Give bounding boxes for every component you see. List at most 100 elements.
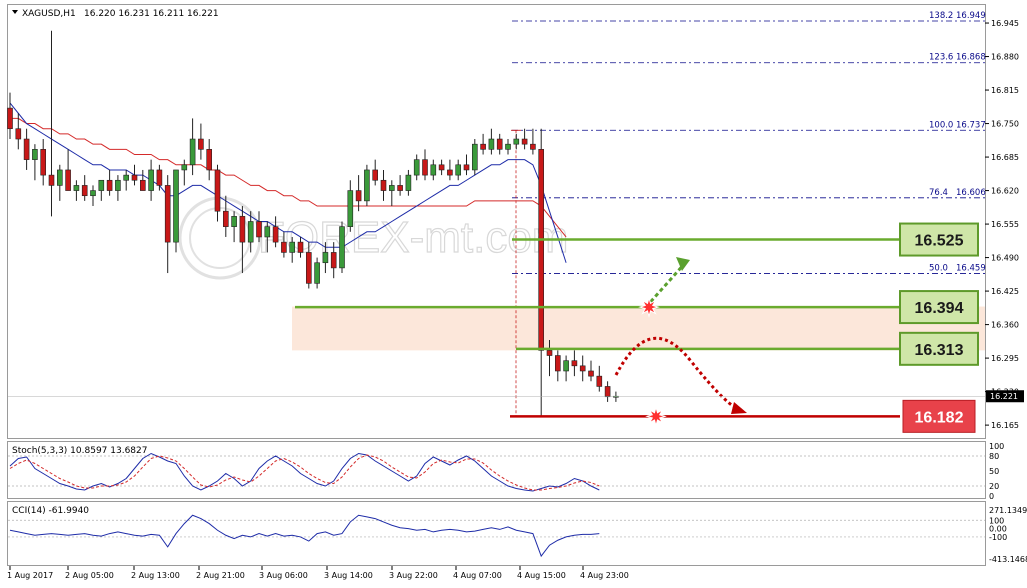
resistance-level-label[interactable]: 16.313	[899, 331, 979, 366]
candle-body	[430, 164, 437, 176]
candle-body	[140, 179, 146, 191]
candle-body	[330, 252, 337, 269]
candle-body	[563, 360, 569, 372]
stoch-axis-label: 100	[989, 442, 1004, 451]
y-axis-label: 16.360	[991, 321, 1019, 330]
fibonacci-ratio-label: 100.0	[929, 120, 953, 130]
candle-body	[297, 241, 304, 253]
x-axis-label: 2 Aug 05:00	[65, 571, 114, 580]
candle-body	[413, 159, 420, 176]
stoch-axis-label: 0	[989, 492, 994, 501]
fibonacci-ratio-label: 76.4	[929, 188, 948, 198]
chart-header: XAGUSD,H1 16.220 16.231 16.211 16.221	[12, 9, 219, 19]
support-level-label[interactable]: 16.182	[902, 399, 976, 433]
candle-body	[463, 164, 470, 171]
candle-body	[239, 216, 246, 243]
candle-body	[372, 169, 379, 181]
level-value: 16.313	[915, 342, 964, 359]
fibonacci-ratio-label: 50.0	[929, 264, 948, 274]
candle-body	[173, 169, 179, 243]
candle[interactable]	[471, 139, 478, 176]
candle-body	[530, 143, 536, 150]
y-axis-label: 16.425	[991, 287, 1019, 296]
candle[interactable]	[339, 221, 345, 274]
candle-body	[496, 138, 503, 150]
candle-body	[388, 185, 395, 191]
candle-body	[73, 185, 80, 191]
candle-body	[81, 185, 88, 197]
candle-body	[505, 143, 511, 150]
stochastic-panel[interactable]	[7, 441, 986, 499]
breakout-burst-icon	[645, 405, 667, 428]
candle-body	[314, 262, 320, 284]
fibonacci-ratio-label: 123.6	[929, 53, 953, 63]
watermark-text: FOREX-mt.com	[258, 213, 568, 262]
fibonacci-ratio-label: 138.2	[929, 11, 953, 21]
candle-body	[604, 386, 611, 398]
candle-body	[106, 179, 113, 191]
current-price-label: 16.221	[990, 392, 1018, 401]
y-axis-label: 16.295	[991, 354, 1019, 363]
fibonacci-price-label: 16.737	[956, 120, 986, 130]
cci-panel[interactable]	[7, 501, 986, 566]
candle-body	[588, 370, 594, 377]
x-axis-label: 3 Aug 22:00	[389, 571, 438, 580]
breakout-burst-icon	[638, 296, 660, 318]
candle-body	[7, 107, 13, 130]
symbol-label: XAGUSD,H1	[22, 9, 76, 19]
level-value: 16.182	[915, 409, 964, 426]
stoch-label: Stoch(5,3,3) 10.8597 13.6827	[12, 446, 147, 456]
x-axis-label: 2 Aug 21:00	[196, 571, 245, 580]
candle-body	[281, 241, 287, 253]
candle-body	[347, 190, 354, 227]
y-axis-label: 16.880	[991, 53, 1019, 62]
fibonacci-price-label: 16.606	[956, 188, 986, 198]
fibonacci-price-label: 16.459	[956, 264, 986, 274]
candle-body	[32, 149, 38, 160]
y-axis-label: 16.685	[991, 153, 1019, 162]
candle-body	[546, 350, 553, 356]
y-axis-label: 16.165	[991, 421, 1019, 430]
candle-body	[198, 138, 204, 150]
candle-body	[148, 169, 154, 191]
candle-body	[247, 221, 254, 243]
candle-body	[480, 143, 486, 150]
candle[interactable]	[364, 164, 370, 207]
stoch-axis-label: 80	[989, 452, 999, 461]
candle-body	[131, 174, 138, 181]
stoch-axis-label: 20	[989, 482, 999, 491]
candle-body	[98, 179, 105, 191]
candle-body	[455, 164, 462, 176]
candle-body	[90, 190, 96, 197]
y-axis-label: 16.945	[991, 19, 1019, 28]
candle-body	[380, 179, 387, 191]
candle-body	[65, 169, 71, 191]
candle-body	[223, 210, 229, 227]
y-axis-label: 16.620	[991, 187, 1019, 196]
x-axis-label: 1 Aug 2017	[7, 571, 53, 580]
candle-body	[538, 149, 545, 351]
candle-body	[231, 216, 237, 227]
trading-chart[interactable]: FOREX-mt.com 138.2 16.949 123.6 16.868 100.0…	[0, 0, 1027, 588]
x-axis-label: 4 Aug 15:00	[517, 571, 566, 580]
candle[interactable]	[173, 169, 179, 253]
candle-body	[447, 169, 453, 176]
candle-body	[397, 185, 403, 191]
x-axis-label: 2 Aug 13:00	[131, 571, 180, 580]
resistance-level-label[interactable]: 16.525	[899, 222, 979, 257]
candle-body	[189, 138, 196, 166]
ohlc-values: 16.220 16.231 16.211 16.221	[84, 9, 219, 19]
candle-body	[56, 169, 63, 186]
candle-body	[596, 375, 603, 387]
y-axis-label: 16.815	[991, 86, 1019, 95]
candle-body	[571, 360, 578, 367]
stoch-axis-label: 50	[989, 467, 999, 476]
candle-body	[156, 169, 163, 186]
candle-body	[272, 226, 279, 243]
candle-body	[521, 138, 528, 145]
resistance-level-label[interactable]: 16.394	[899, 290, 979, 325]
candle-body	[322, 252, 329, 264]
cci-axis-label: 271.1349	[989, 506, 1027, 515]
cci-axis-label: -100	[989, 533, 1007, 542]
x-axis-label: 4 Aug 07:00	[453, 571, 502, 580]
